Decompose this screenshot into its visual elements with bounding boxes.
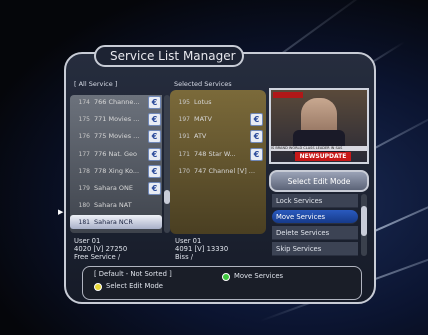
list-item[interactable]: 170 747 Channel [V] ...: [170, 164, 266, 178]
edit-mode-scroll-thumb[interactable]: [361, 206, 367, 236]
scrambled-icon: €: [148, 129, 161, 143]
list-item[interactable]: 178 778 Xing Ko... €: [70, 164, 164, 178]
yellow-key-icon: [94, 283, 102, 291]
list-item[interactable]: 174 766 Channe... €: [70, 95, 164, 109]
menu-item-delete-services[interactable]: Delete Services: [272, 226, 358, 240]
channel-logo: [273, 92, 303, 98]
scrambled-icon: €: [250, 112, 263, 126]
scrambled-icon: €: [250, 129, 263, 143]
all-services-list[interactable]: 174 766 Channe... € 175 771 Movies ... € 1…: [70, 95, 164, 233]
menu-item-skip-services[interactable]: Skip Services: [272, 242, 358, 256]
edit-mode-title: Select Edit Mode: [269, 170, 369, 192]
list-item[interactable]: 191 ATV €: [170, 129, 266, 143]
page-title: Service List Manager: [110, 49, 236, 63]
list-item[interactable]: 171 748 Star W... €: [170, 147, 266, 161]
right-service-info: User 01 4091 [V] 13330 Biss /: [175, 237, 229, 261]
selected-services-list[interactable]: 195 Lotus 197 MATV € 191 ATV € 171 748 Star …: [170, 95, 266, 233]
list-item[interactable]: 177 776 Nat. Geo €: [70, 147, 164, 161]
scrambled-icon: €: [148, 95, 161, 109]
scrambled-icon: €: [250, 147, 263, 161]
green-key-label: Move Services: [234, 272, 284, 280]
sort-status: [ Default - Not Sorted ]: [94, 270, 172, 278]
left-list-header: [ All Service ]: [74, 80, 118, 88]
news-ticker: IS BRAND WORLD CLASS LEADER IN SAS: [271, 146, 367, 151]
title-bar: Service List Manager: [94, 45, 244, 67]
list-item[interactable]: 195 Lotus: [170, 95, 266, 109]
menu-item-lock-services[interactable]: Lock Services: [272, 194, 358, 208]
news-banner: NEWSUPDATE: [295, 152, 351, 161]
list-item-selected[interactable]: 181 Sahara NCR: [70, 215, 162, 229]
green-key-icon: [222, 273, 230, 281]
video-preview: IS BRAND WORLD CLASS LEADER IN SAS NEWSU…: [269, 88, 369, 164]
list-item[interactable]: 176 775 Movies ... €: [70, 129, 164, 143]
list-item[interactable]: 179 Sahara ONE €: [70, 181, 164, 195]
list-item[interactable]: 175 771 Movies ... €: [70, 112, 164, 126]
left-service-info: User 01 4020 [V] 27250 Free Service /: [74, 237, 128, 261]
scrambled-icon: €: [148, 181, 161, 195]
right-list-header: Selected Services: [174, 80, 232, 88]
list-item[interactable]: 197 MATV €: [170, 112, 266, 126]
scrambled-icon: €: [148, 164, 161, 178]
yellow-key-label: Select Edit Mode: [106, 282, 163, 290]
scrambled-icon: €: [148, 147, 161, 161]
menu-item-move-services[interactable]: Move Services: [272, 210, 358, 224]
cursor-arrow-icon: ▶: [58, 208, 64, 216]
list-item[interactable]: 180 Sahara NAT: [70, 198, 164, 212]
scrambled-icon: €: [148, 112, 161, 126]
